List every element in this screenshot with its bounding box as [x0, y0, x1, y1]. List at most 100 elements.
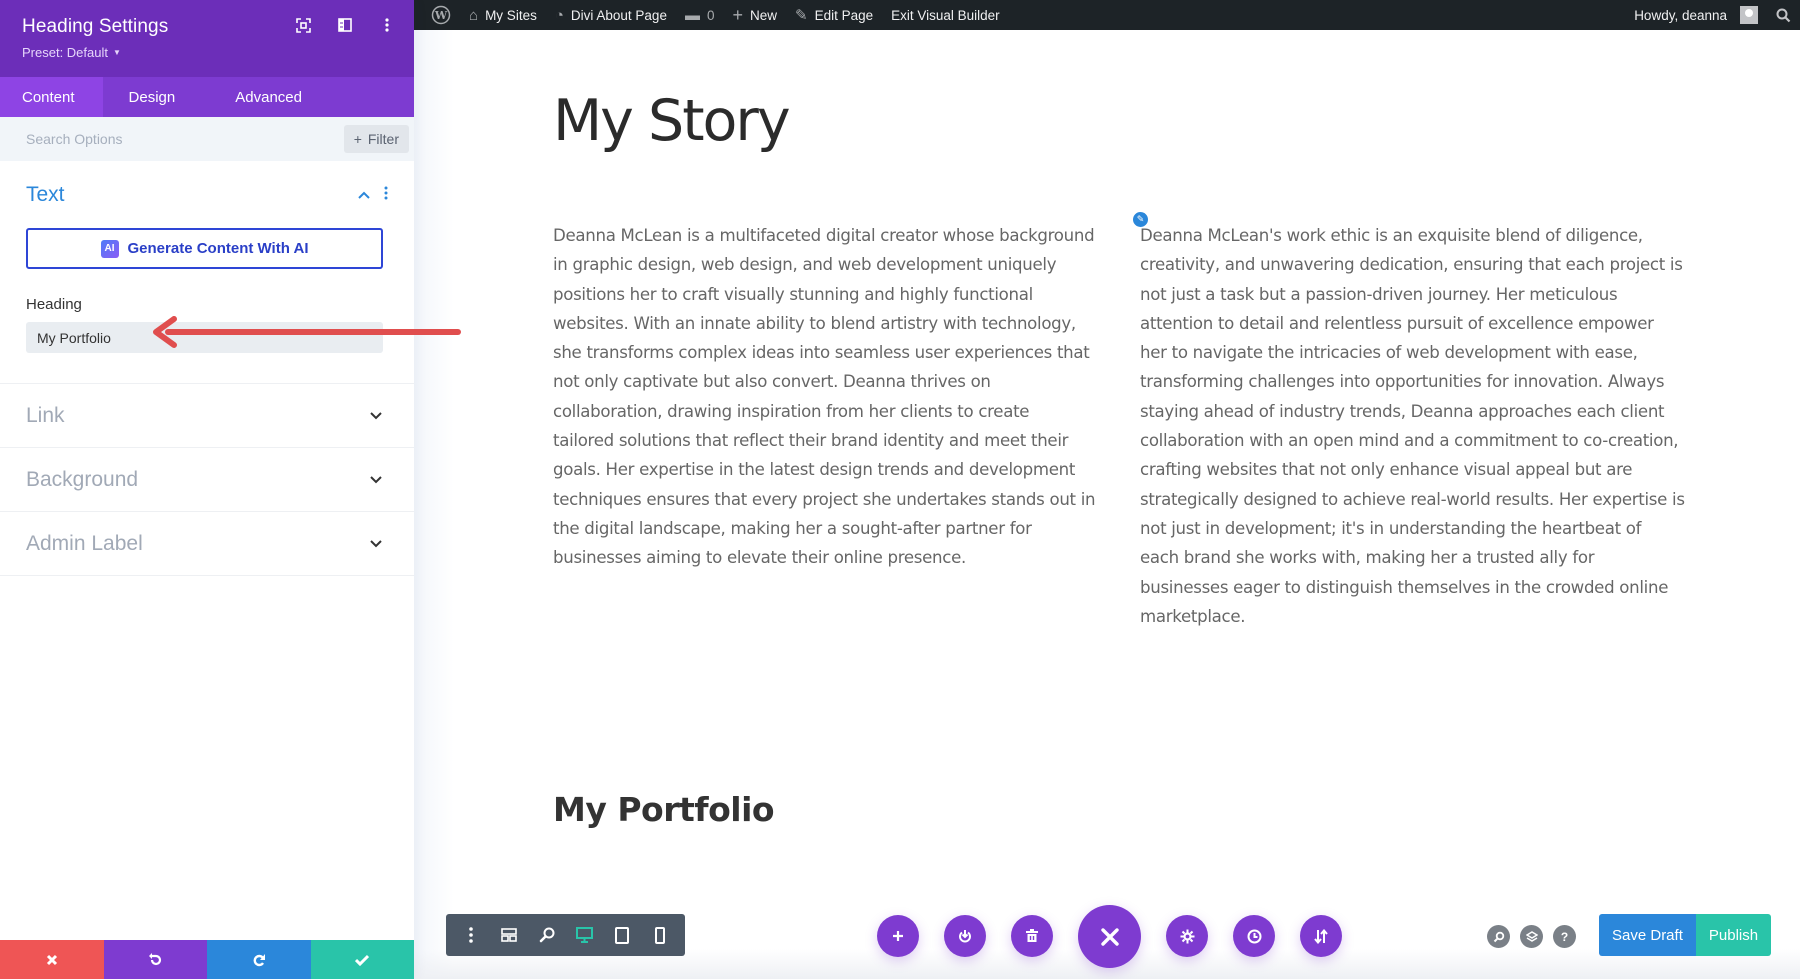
tab-content[interactable]: Content [0, 77, 103, 117]
my-sites-label: My Sites [485, 7, 537, 23]
wordpress-menu[interactable]: W [422, 0, 460, 30]
close-icon [1100, 927, 1119, 946]
text-line: tailored solutions that reflect their br… [553, 431, 1069, 451]
page-settings-button[interactable] [1166, 915, 1208, 957]
text-line: collaboration, drawing inspiration from … [553, 401, 1030, 421]
plus-icon: + [732, 4, 743, 25]
trash-icon [1026, 929, 1038, 942]
text-line: she transforms complex ideas into seamle… [553, 343, 1090, 363]
canvas-shadow [414, 30, 454, 979]
clear-layout-button[interactable] [1011, 915, 1053, 957]
header-actions [294, 16, 396, 34]
text-line: businesses aiming to elevate their onlin… [553, 548, 966, 568]
history-button[interactable] [1233, 915, 1275, 957]
ai-button-label: Generate Content With AI [127, 240, 309, 257]
sidebar-header: Heading Settings Preset: Default ▼ [0, 0, 414, 77]
layers-icon[interactable] [1520, 925, 1543, 948]
text-line: attention to detail and relentless pursu… [1140, 313, 1654, 333]
section-title: Text [26, 183, 65, 206]
exit-builder-label: Exit Visual Builder [891, 7, 1000, 23]
text-line: not just a task but a passion-driven jou… [1140, 284, 1618, 304]
avatar [1740, 6, 1758, 24]
text-line: not just in development; it's in underst… [1140, 518, 1642, 538]
site-name-label: Divi About Page [570, 7, 667, 23]
my-sites-menu[interactable]: ⌂ My Sites [460, 0, 546, 30]
text-line: each brand she works with, making her a … [1140, 548, 1595, 568]
plus-icon [893, 931, 903, 941]
section-controls [358, 186, 388, 205]
text-line: positions her to craft visually stunning… [553, 284, 1033, 304]
more-options-icon[interactable] [378, 16, 396, 34]
text-line: marketplace. [1140, 606, 1246, 626]
section-link[interactable]: Link [0, 384, 414, 448]
section-admin-label[interactable]: Admin Label [0, 512, 414, 576]
plus-icon: + [353, 131, 362, 147]
wp-admin-bar: W ⌂ My Sites ◔ Divi About Page ▬ 0 + New… [414, 0, 1800, 30]
section-more-icon[interactable] [384, 186, 388, 205]
text-section-header[interactable]: Text [26, 183, 388, 207]
exit-visual-builder-link[interactable]: Exit Visual Builder [882, 0, 1009, 30]
section-title: Admin Label [26, 531, 143, 555]
page-canvas: My Story Deanna McLean is a multifaceted… [414, 30, 1800, 979]
new-content-menu[interactable]: + New [723, 0, 786, 30]
add-module-button[interactable] [877, 915, 919, 957]
filter-button[interactable]: + Filter [343, 125, 409, 153]
my-sites-icon: ⌂ [469, 6, 479, 24]
section-background[interactable]: Background [0, 448, 414, 512]
preset-label: Preset: Default [22, 45, 108, 60]
new-label: New [749, 7, 777, 23]
text-line: crafting websites that not only enhance … [1140, 460, 1633, 480]
text-line: businesses eager to distinguish themselv… [1140, 577, 1669, 597]
annotation-arrow-icon [153, 316, 461, 348]
page-order-button[interactable] [1300, 915, 1342, 957]
text-line: creativity, and unwavering dedication, e… [1140, 255, 1683, 275]
heading-field-label: Heading [26, 296, 82, 313]
search-options-input[interactable] [26, 131, 226, 147]
tab-design[interactable]: Design [103, 77, 210, 117]
settings-sidebar: Heading Settings Preset: Default ▼ Conte… [0, 0, 414, 979]
clock-icon [1247, 929, 1261, 943]
portability-icon [959, 930, 971, 943]
generate-ai-button[interactable]: AI Generate Content With AI [26, 228, 383, 269]
text-line: the digital landscape, making her a soug… [553, 518, 1032, 538]
edit-page-label: Edit Page [814, 7, 874, 23]
split-view-icon[interactable] [336, 16, 354, 34]
text-module-right[interactable]: Deanna McLean's work ethic is an exquisi… [1140, 221, 1685, 631]
text-line: websites. With an innate ability to blen… [553, 313, 1076, 333]
search-icon [1776, 8, 1791, 22]
preset-dropdown[interactable]: Preset: Default ▼ [22, 45, 121, 60]
fullscreen-icon[interactable] [294, 16, 312, 34]
comment-icon: ▬ [684, 6, 700, 24]
text-line: Deanna McLean is a multifaceted digital … [553, 226, 1095, 245]
text-module-left[interactable]: Deanna McLean is a multifaceted digital … [553, 221, 1096, 573]
comments-count: 0 [706, 7, 715, 23]
account-menu[interactable]: Howdy, deanna [1625, 0, 1767, 30]
close-builder-button[interactable] [1078, 905, 1141, 968]
help-icons: ? [1487, 925, 1576, 948]
save-draft-button[interactable]: Save Draft [1599, 914, 1696, 956]
page-title[interactable]: My Story [553, 88, 791, 154]
text-line: collaboration with an open mind and a co… [1140, 431, 1679, 451]
chevron-up-icon[interactable] [358, 186, 370, 204]
text-line: in graphic design, web design, and web d… [553, 255, 1057, 275]
portability-button[interactable] [944, 915, 986, 957]
gear-icon [1180, 929, 1194, 943]
admin-search[interactable] [1767, 0, 1800, 30]
settings-tabs: Content Design Advanced [0, 77, 414, 117]
tab-advanced[interactable]: Advanced [209, 77, 328, 117]
text-line: her to navigate the intricacies of web d… [1140, 343, 1638, 363]
chevron-down-icon [370, 537, 382, 551]
svg-text:W: W [434, 9, 448, 22]
search-bar: + Filter [0, 117, 414, 161]
find-icon[interactable] [1487, 925, 1510, 948]
help-icon[interactable]: ? [1553, 925, 1576, 948]
text-line: strategically designed to achieve real-w… [1140, 489, 1685, 509]
site-name-menu[interactable]: ◔ Divi About Page [546, 0, 676, 30]
comments-menu[interactable]: ▬ 0 [676, 0, 724, 30]
admin-bar-right: Howdy, deanna [1625, 0, 1800, 30]
publish-button[interactable]: Publish [1695, 914, 1772, 956]
divi-visual-builder: Heading Settings Preset: Default ▼ Conte… [0, 0, 1800, 979]
portfolio-heading[interactable]: My Portfolio [553, 790, 775, 829]
text-line: transforming challenges into opportuniti… [1140, 372, 1665, 392]
edit-page-link[interactable]: ✎ Edit Page [786, 0, 882, 30]
